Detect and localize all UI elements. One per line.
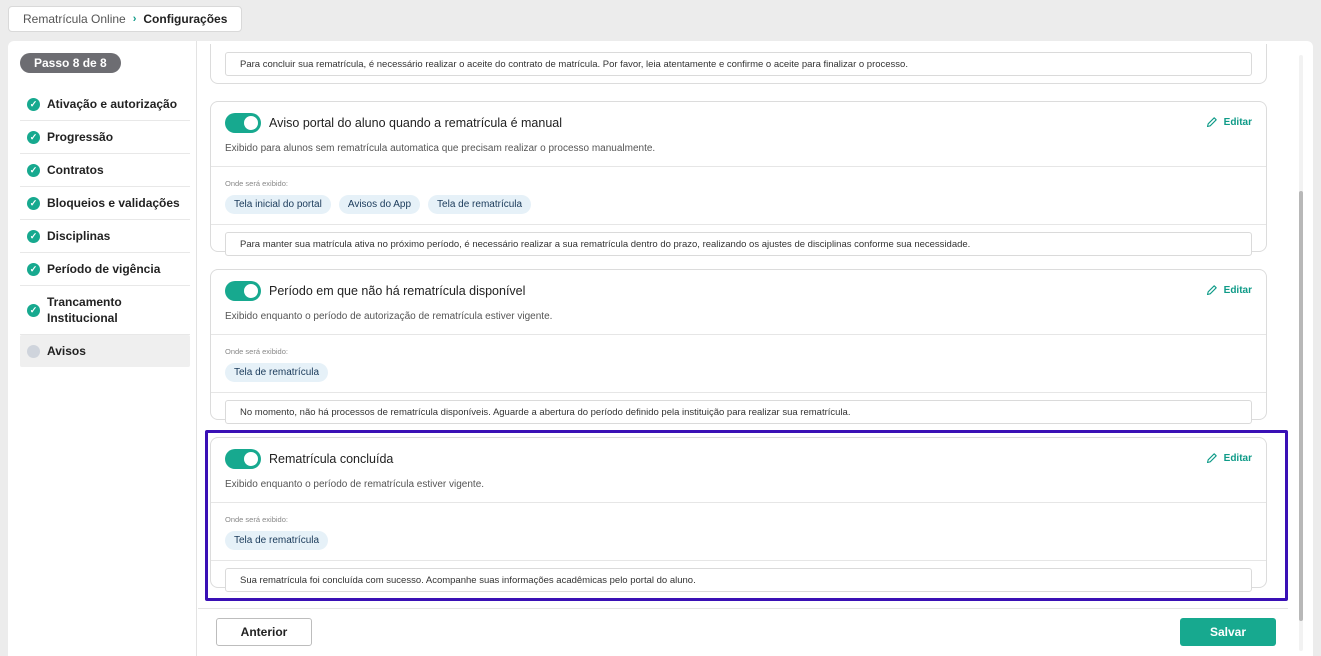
- previous-button[interactable]: Anterior: [216, 618, 312, 646]
- display-locations: Tela de rematrícula: [225, 363, 1252, 382]
- edit-label: Editar: [1223, 284, 1252, 296]
- location-chip: Tela de rematrícula: [225, 531, 329, 550]
- sidebar-item-avisos[interactable]: Avisos: [20, 335, 190, 367]
- steps-sidebar: Passo 8 de 8 ✓ Ativação e autorização ✓ …: [20, 53, 190, 367]
- pending-circle-icon: [27, 344, 40, 358]
- notice-title: Período em que não há rematrícula dispon…: [269, 284, 526, 298]
- location-chip: Tela de rematrícula: [428, 195, 532, 214]
- pencil-icon: [1206, 285, 1217, 296]
- notice-card: Aviso portal do aluno quando a rematrícu…: [210, 101, 1267, 256]
- check-circle-icon: ✓: [27, 229, 40, 243]
- notice-message: Para concluir sua rematrícula, é necessá…: [225, 52, 1252, 76]
- check-circle-icon: ✓: [27, 262, 40, 276]
- notice-description: Exibido enquanto o período de autorizaçã…: [225, 311, 553, 322]
- check-circle-icon: ✓: [27, 97, 40, 111]
- where-label: Onde será exibido:: [225, 515, 288, 524]
- sidebar-item-label: Contratos: [47, 163, 104, 177]
- enabled-toggle[interactable]: [225, 281, 261, 301]
- notice-message: Para manter sua matrícula ativa no próxi…: [225, 232, 1252, 256]
- display-locations: Tela de rematrícula: [225, 531, 1252, 550]
- sidebar-item-contratos[interactable]: ✓ Contratos: [20, 154, 190, 187]
- notice-message: No momento, não há processos de rematríc…: [225, 400, 1252, 424]
- where-label: Onde será exibido:: [225, 179, 288, 188]
- edit-label: Editar: [1223, 452, 1252, 464]
- enabled-toggle[interactable]: [225, 113, 261, 133]
- pencil-icon: [1206, 453, 1217, 464]
- footer-divider: [198, 608, 1288, 609]
- notice-message: Sua rematrícula foi concluída com sucess…: [225, 568, 1252, 592]
- sidebar-item-periodo[interactable]: ✓ Período de vigência: [20, 253, 190, 286]
- check-circle-icon: ✓: [27, 163, 40, 177]
- edit-button[interactable]: Editar: [1206, 452, 1252, 464]
- notice-description: Exibido para alunos sem rematrícula auto…: [225, 143, 656, 154]
- sidebar-item-label: Ativação e autorização: [47, 97, 178, 111]
- sidebar-item-label: Progressão: [47, 130, 114, 144]
- divider: [196, 41, 197, 656]
- sidebar-item-disciplinas[interactable]: ✓ Disciplinas: [20, 220, 190, 253]
- notice-title: Aviso portal do aluno quando a rematrícu…: [269, 116, 563, 130]
- scrollbar-thumb[interactable]: [1299, 191, 1303, 621]
- save-button[interactable]: Salvar: [1180, 618, 1276, 646]
- sidebar-item-ativacao[interactable]: ✓ Ativação e autorização: [20, 88, 190, 121]
- check-circle-icon: ✓: [27, 130, 40, 144]
- check-circle-icon: ✓: [27, 196, 40, 210]
- sidebar-item-trancamento[interactable]: ✓ Trancamento Institucional: [20, 286, 190, 335]
- sidebar-item-progressao[interactable]: ✓ Progressão: [20, 121, 190, 154]
- location-chip: Tela de rematrícula: [225, 363, 329, 382]
- notice-card: Para concluir sua rematrícula, é necessá…: [210, 44, 1267, 84]
- sidebar-item-label: Avisos: [47, 344, 86, 358]
- sidebar-item-label: Período de vigência: [47, 262, 161, 276]
- step-badge: Passo 8 de 8: [20, 53, 121, 73]
- notice-title: Rematrícula concluída: [269, 452, 394, 466]
- chevron-right-icon: ›: [132, 13, 137, 25]
- display-locations: Tela inicial do portal Avisos do App Tel…: [225, 195, 1252, 214]
- edit-label: Editar: [1223, 116, 1252, 128]
- where-label: Onde será exibido:: [225, 347, 288, 356]
- location-chip: Tela inicial do portal: [225, 195, 331, 214]
- location-chip: Avisos do App: [338, 195, 421, 214]
- breadcrumb-current: Configurações: [143, 12, 228, 26]
- notice-description: Exibido enquanto o período de rematrícul…: [225, 479, 485, 490]
- sidebar-item-bloqueios[interactable]: ✓ Bloqueios e validações: [20, 187, 190, 220]
- sidebar-item-label: Bloqueios e validações: [47, 196, 180, 210]
- check-circle-icon: ✓: [27, 303, 40, 317]
- breadcrumb: Rematrícula Online › Configurações: [8, 6, 243, 32]
- edit-button[interactable]: Editar: [1206, 284, 1252, 296]
- sidebar-item-label: Disciplinas: [47, 229, 111, 243]
- notice-card: Período em que não há rematrícula dispon…: [210, 269, 1267, 424]
- pencil-icon: [1206, 117, 1217, 128]
- sidebar-item-label: Trancamento Institucional: [47, 295, 122, 325]
- breadcrumb-root[interactable]: Rematrícula Online: [23, 12, 126, 26]
- enabled-toggle[interactable]: [225, 449, 261, 469]
- notice-card: Rematrícula concluída Exibido enquanto o…: [210, 437, 1267, 592]
- edit-button[interactable]: Editar: [1206, 116, 1252, 128]
